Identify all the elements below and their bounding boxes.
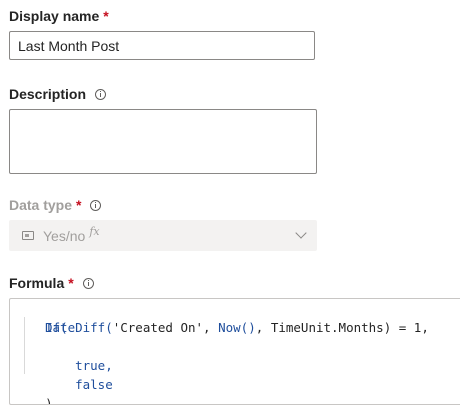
info-icon[interactable] bbox=[82, 277, 94, 289]
code-token: ) = 1, bbox=[383, 320, 429, 335]
code-token: DateDiff( bbox=[45, 320, 113, 335]
info-icon[interactable] bbox=[90, 199, 102, 211]
description-textarea[interactable] bbox=[9, 109, 317, 174]
code-line: true, bbox=[45, 337, 113, 373]
data-type-value: Yes/no bbox=[43, 227, 86, 244]
code-token: 'Created On' bbox=[112, 320, 204, 335]
formula-label-row: Formula * bbox=[9, 273, 94, 293]
code-line: ) bbox=[15, 375, 53, 404]
fx-icon: fx bbox=[89, 225, 100, 238]
display-name-label: Display name bbox=[9, 8, 100, 24]
formula-label: Formula bbox=[9, 275, 65, 291]
chevron-down-icon bbox=[295, 227, 307, 239]
data-type-label: Data type bbox=[9, 197, 73, 213]
code-line: false bbox=[45, 356, 113, 392]
code-token: TimeUnit.Months bbox=[270, 320, 384, 335]
code-line: If( bbox=[15, 299, 68, 335]
yes-no-icon bbox=[22, 231, 34, 240]
info-icon[interactable] bbox=[95, 88, 107, 100]
code-token: Now() bbox=[218, 320, 256, 335]
display-name-label-row: Display name * bbox=[9, 6, 109, 26]
formula-editor[interactable]: If( DateDiff('Created On', Now(), TimeUn… bbox=[9, 298, 460, 405]
code-line: DateDiff('Created On', Now(), TimeUnit.M… bbox=[45, 318, 429, 337]
required-asterisk: * bbox=[76, 197, 82, 213]
code-token: ) bbox=[45, 396, 53, 405]
display-name-input[interactable] bbox=[9, 31, 315, 60]
code-token: , bbox=[203, 320, 219, 335]
data-type-dropdown[interactable]: Yes/no fx bbox=[9, 220, 317, 251]
required-asterisk: * bbox=[68, 275, 74, 291]
data-type-label-row: Data type * bbox=[9, 195, 102, 215]
description-label: Description bbox=[9, 86, 87, 102]
description-label-row: Description bbox=[9, 84, 107, 104]
required-asterisk: * bbox=[103, 8, 109, 24]
code-token: false bbox=[75, 377, 113, 392]
code-token: , bbox=[255, 320, 271, 335]
